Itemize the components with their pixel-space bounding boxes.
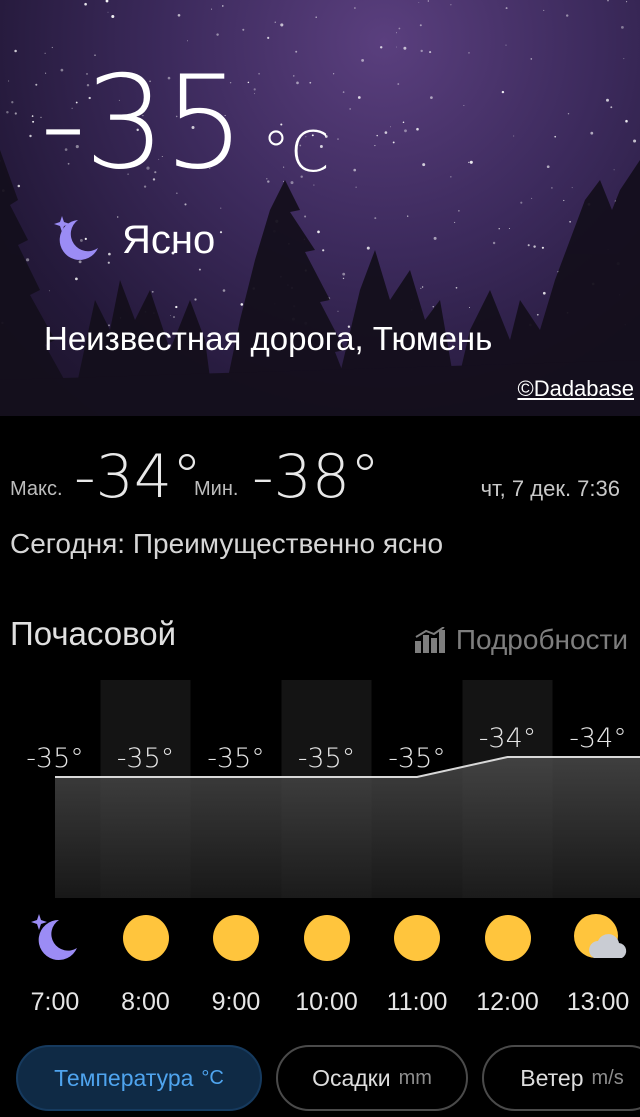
tab-temperature-unit: °C — [201, 1066, 224, 1089]
hour-time-label: 13:00 — [566, 988, 630, 1016]
weather-condition: Ясно — [122, 218, 216, 262]
hero-background: -35 °C Ясно Неизвестная дорога, Тюмень ©… — [0, 0, 640, 416]
bar-chart-icon — [414, 627, 445, 653]
today-summary: Сегодня: Преимущественно ясно — [10, 528, 444, 559]
hour-time-label: 7:00 — [30, 988, 80, 1016]
tab-precipitation-unit: mm — [398, 1066, 432, 1089]
metric-tabs: Температура °C Осадки mm Ветер m/s — [0, 1045, 640, 1117]
tab-wind-unit: m/s — [591, 1066, 624, 1089]
hourly-times-row: 7:00 8:00 9:00 10:00 11:00 12:00 13:00 — [0, 988, 640, 1022]
hour-temperature-label: -35° — [117, 743, 175, 774]
temperature-area — [55, 757, 640, 898]
min-value: -38° — [252, 442, 380, 512]
tab-temperature-label: Температура — [54, 1064, 194, 1091]
hour-time-label: 10:00 — [295, 988, 358, 1016]
hourly-temperature-chart[interactable]: -35° -35° -35° -35° -35° -34° -34° — [0, 680, 640, 900]
hour-time-label: 8:00 — [121, 988, 170, 1016]
hour-temperature-label: -35° — [388, 743, 446, 774]
hour-time-label: 11:00 — [386, 988, 448, 1016]
hourly-section-title: Почасовой — [10, 615, 177, 652]
min-label: Мин. — [194, 478, 239, 500]
current-temperature: -35 — [40, 49, 245, 198]
details-label: Подробности — [455, 624, 628, 655]
moon-icon — [29, 912, 81, 964]
tab-precipitation-label: Осадки — [312, 1064, 391, 1091]
hour-temperature-label: -35° — [26, 743, 84, 774]
photo-credit-link[interactable]: ©Dadabase — [517, 376, 634, 402]
sun-icon — [301, 912, 353, 964]
tab-wind-label: Ветер — [520, 1064, 584, 1091]
moon-stars-icon — [54, 216, 98, 260]
hour-temperature-label: -35° — [207, 743, 265, 774]
hourly-icons-row — [0, 912, 640, 972]
tab-temperature[interactable]: Температура °C — [16, 1045, 262, 1111]
max-label: Макс. — [10, 478, 63, 500]
details-button[interactable]: Подробности — [414, 622, 628, 658]
hour-temperature-label: -34° — [479, 723, 537, 754]
partly-cloudy-icon — [572, 912, 627, 964]
location-name[interactable]: Неизвестная дорога, Тюмень — [44, 320, 492, 358]
sun-icon — [210, 912, 262, 964]
sun-icon — [120, 912, 172, 964]
max-value: -34° — [74, 442, 202, 512]
tab-wind[interactable]: Ветер m/s — [482, 1045, 640, 1111]
tab-precipitation[interactable]: Осадки mm — [276, 1045, 468, 1111]
hour-time-label: 12:00 — [476, 988, 539, 1016]
sun-icon — [482, 912, 534, 964]
hour-time-label: 9:00 — [211, 988, 261, 1016]
temperature-unit: °C — [262, 120, 330, 185]
hour-temperature-label: -35° — [298, 743, 356, 774]
sun-icon — [391, 912, 443, 964]
update-datetime: чт, 7 дек. 7:36 — [480, 476, 620, 501]
hour-temperature-label: -34° — [569, 723, 627, 754]
